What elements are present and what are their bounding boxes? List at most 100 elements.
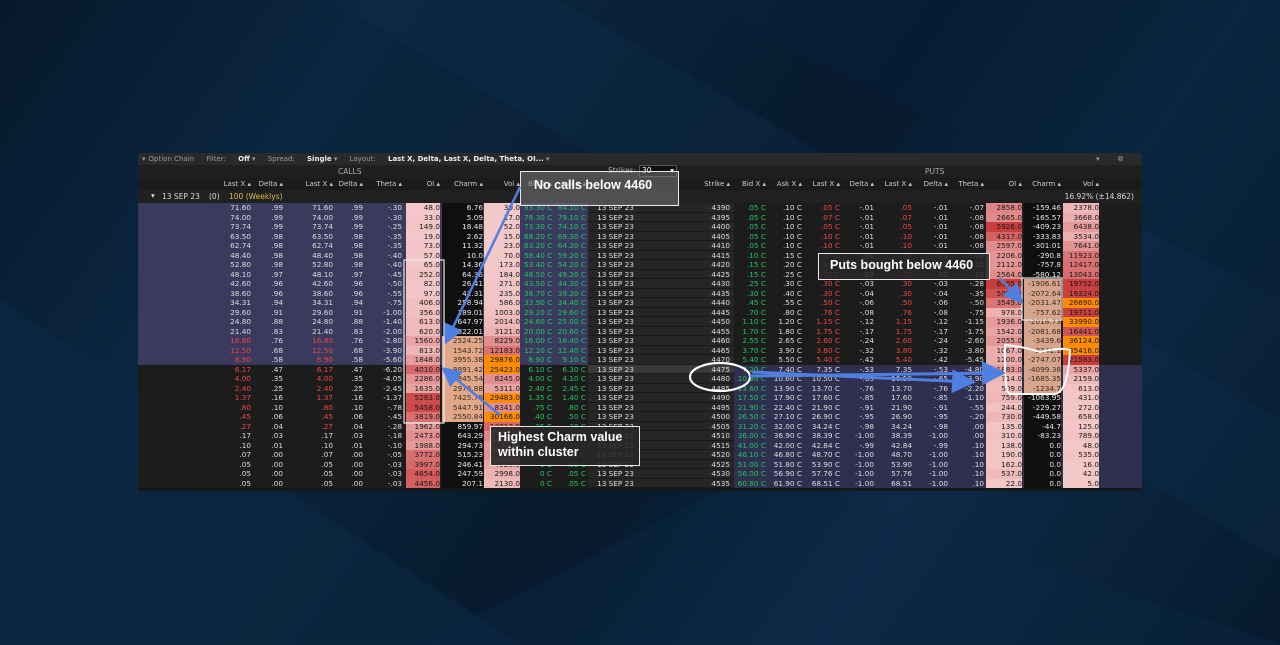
- put-delta2-cell[interactable]: -1.00: [916, 460, 948, 470]
- put-theta-cell[interactable]: .00: [952, 422, 984, 432]
- call-vol-cell[interactable]: 2998.0: [484, 469, 520, 479]
- put-last2-cell[interactable]: 10.50: [878, 374, 912, 384]
- put-ask-cell[interactable]: 3.90 C: [770, 346, 802, 356]
- call-oi-cell[interactable]: 65.0: [406, 260, 440, 270]
- put-last2-cell[interactable]: 13.70: [878, 384, 912, 394]
- put-last-cell[interactable]: 2.60 C: [806, 336, 840, 346]
- put-oi-cell[interactable]: 2665.0: [986, 212, 1022, 222]
- put-theta-cell[interactable]: -.08: [952, 222, 984, 232]
- call-oi-cell[interactable]: 1988.0: [406, 440, 440, 450]
- put-bid-cell[interactable]: 13.60 C: [734, 384, 766, 394]
- put-bid-cell[interactable]: 5.40 C: [734, 355, 766, 365]
- put-ask-cell[interactable]: .10 C: [770, 241, 802, 251]
- put-bid-cell[interactable]: .05 C: [734, 232, 766, 242]
- call-bid-cell[interactable]: 1.35 C: [524, 393, 552, 403]
- put-last2-cell[interactable]: 42.84: [878, 441, 912, 451]
- table-row[interactable]: 16.80.76 16.80.76 -2.80 1560.0 2524.25 8229.0…: [138, 336, 1142, 346]
- put-theta-cell[interactable]: -.55: [952, 403, 984, 413]
- put-delta2-cell[interactable]: -.01: [916, 203, 948, 213]
- put-oi-cell[interactable]: 162.0: [986, 459, 1022, 469]
- call-theta-cell[interactable]: -.45: [370, 270, 402, 280]
- expiration-cell[interactable]: 13 SEP 23: [588, 469, 643, 479]
- call-last2-cell[interactable]: 4.00: [295, 374, 333, 384]
- call-oi-cell[interactable]: 73.0: [406, 241, 440, 251]
- call-charm-cell[interactable]: 289.01: [442, 307, 483, 317]
- put-delta-cell[interactable]: -.01: [844, 222, 874, 232]
- call-last2-cell[interactable]: 16.80: [295, 336, 333, 346]
- call-oi-cell[interactable]: 4456.0: [406, 478, 440, 488]
- column-header-put-delta[interactable]: Delta ▴: [844, 178, 874, 190]
- call-last-cell[interactable]: 38.60: [213, 289, 251, 299]
- call-theta-cell[interactable]: -.45: [370, 412, 402, 422]
- strike-cell[interactable]: 4490: [688, 393, 730, 403]
- call-charm-cell[interactable]: 859.97: [442, 421, 483, 431]
- call-theta-cell[interactable]: -.78: [370, 403, 402, 413]
- strike-cell[interactable]: 4495: [688, 403, 730, 413]
- strike-cell[interactable]: 4530: [688, 469, 730, 479]
- call-charm-cell[interactable]: 2550.84: [442, 412, 483, 422]
- put-ask-cell[interactable]: 32.00 C: [770, 422, 802, 432]
- expiration-cell[interactable]: 13 SEP 23: [588, 355, 643, 365]
- put-theta-cell[interactable]: -4.80: [952, 365, 984, 375]
- call-theta-cell[interactable]: -.35: [370, 241, 402, 251]
- put-vol-cell[interactable]: 11923.0: [1063, 250, 1099, 260]
- call-delta2-cell[interactable]: .96: [336, 279, 363, 289]
- call-last-cell[interactable]: .10: [213, 441, 251, 451]
- strike-cell[interactable]: 4425: [688, 270, 730, 280]
- put-delta-cell[interactable]: -1.00: [844, 469, 874, 479]
- call-bid-cell[interactable]: 0 C: [524, 479, 552, 489]
- call-oi-cell[interactable]: 1635.0: [406, 383, 440, 393]
- put-delta-cell[interactable]: -.12: [844, 317, 874, 327]
- call-last2-cell[interactable]: 34.31: [295, 298, 333, 308]
- call-bid-cell[interactable]: 16.00 C: [524, 336, 552, 346]
- put-last-cell[interactable]: .10 C: [806, 232, 840, 242]
- put-last-cell[interactable]: .05 C: [806, 222, 840, 232]
- call-charm-cell[interactable]: 4845.54: [442, 374, 483, 384]
- put-ask-cell[interactable]: 1.80 C: [770, 327, 802, 337]
- call-oi-cell[interactable]: 1560.0: [406, 336, 440, 346]
- put-oi-cell[interactable]: 190.0: [986, 450, 1022, 460]
- call-vol-cell[interactable]: 30166.0: [484, 412, 520, 422]
- call-theta-cell[interactable]: -2.00: [370, 327, 402, 337]
- put-vol-cell[interactable]: 16.0: [1063, 459, 1099, 469]
- put-last-cell[interactable]: .50 C: [806, 298, 840, 308]
- call-charm-cell[interactable]: 2976.88: [442, 383, 483, 393]
- column-header-call-last2[interactable]: Last X ▴: [295, 178, 333, 190]
- call-charm-cell[interactable]: 1543.72: [442, 345, 483, 355]
- column-header-put-oi[interactable]: OI ▴: [986, 178, 1022, 190]
- call-charm-cell[interactable]: 247.59: [442, 469, 483, 479]
- strike-cell[interactable]: 4475: [688, 365, 730, 375]
- call-ask-cell[interactable]: 59.20 C: [556, 251, 586, 261]
- call-bid-cell[interactable]: 63.20 C: [524, 241, 552, 251]
- table-row[interactable]: .27.04.27.04-.281962.0859.9713813.0.25 C…: [138, 421, 1142, 432]
- call-last2-cell[interactable]: .05: [295, 460, 333, 470]
- put-charm-cell[interactable]: -333.83: [1024, 231, 1061, 241]
- table-row[interactable]: 74.00.99 74.00.99 -.30 33.0 5.09 17.0 78.30 C7…: [138, 212, 1142, 223]
- put-ask-cell[interactable]: 56.90 C: [770, 469, 802, 479]
- call-last2-cell[interactable]: 21.40: [295, 327, 333, 337]
- call-bid-cell[interactable]: 8.90 C: [524, 355, 552, 365]
- call-delta-cell[interactable]: .76: [255, 336, 283, 346]
- put-bid-cell[interactable]: .05 C: [734, 241, 766, 251]
- call-vol-cell[interactable]: 29876.0: [484, 355, 520, 365]
- call-delta2-cell[interactable]: .98: [336, 241, 363, 251]
- call-last-cell[interactable]: 16.80: [213, 336, 251, 346]
- call-delta2-cell[interactable]: .00: [336, 479, 363, 489]
- put-last-cell[interactable]: 26.90 C: [806, 412, 840, 422]
- put-vol-cell[interactable]: 16441.0: [1063, 326, 1099, 336]
- put-delta2-cell[interactable]: -.04: [916, 289, 948, 299]
- call-delta-cell[interactable]: .99: [255, 222, 283, 232]
- table-row[interactable]: 2.40.25 2.40.25 -2.45 1635.0 2976.88 5311.0 2.…: [138, 383, 1142, 394]
- put-ask-cell[interactable]: 13.90 C: [770, 384, 802, 394]
- call-delta-cell[interactable]: .99: [255, 213, 283, 223]
- column-header-call-theta[interactable]: Theta ▴: [370, 178, 402, 190]
- call-ask-cell[interactable]: 54.20 C: [556, 260, 586, 270]
- call-last2-cell[interactable]: 1.37: [295, 393, 333, 403]
- put-last-cell[interactable]: 68.51 C: [806, 479, 840, 489]
- put-charm-cell[interactable]: -165.57: [1024, 212, 1061, 222]
- expiration-cell[interactable]: 13 SEP 23: [588, 279, 643, 289]
- put-charm-cell[interactable]: -3439.6: [1024, 336, 1061, 346]
- strike-cell[interactable]: 4485: [688, 384, 730, 394]
- call-ask-cell[interactable]: 29.60 C: [556, 308, 586, 318]
- strike-cell[interactable]: 4450: [688, 317, 730, 327]
